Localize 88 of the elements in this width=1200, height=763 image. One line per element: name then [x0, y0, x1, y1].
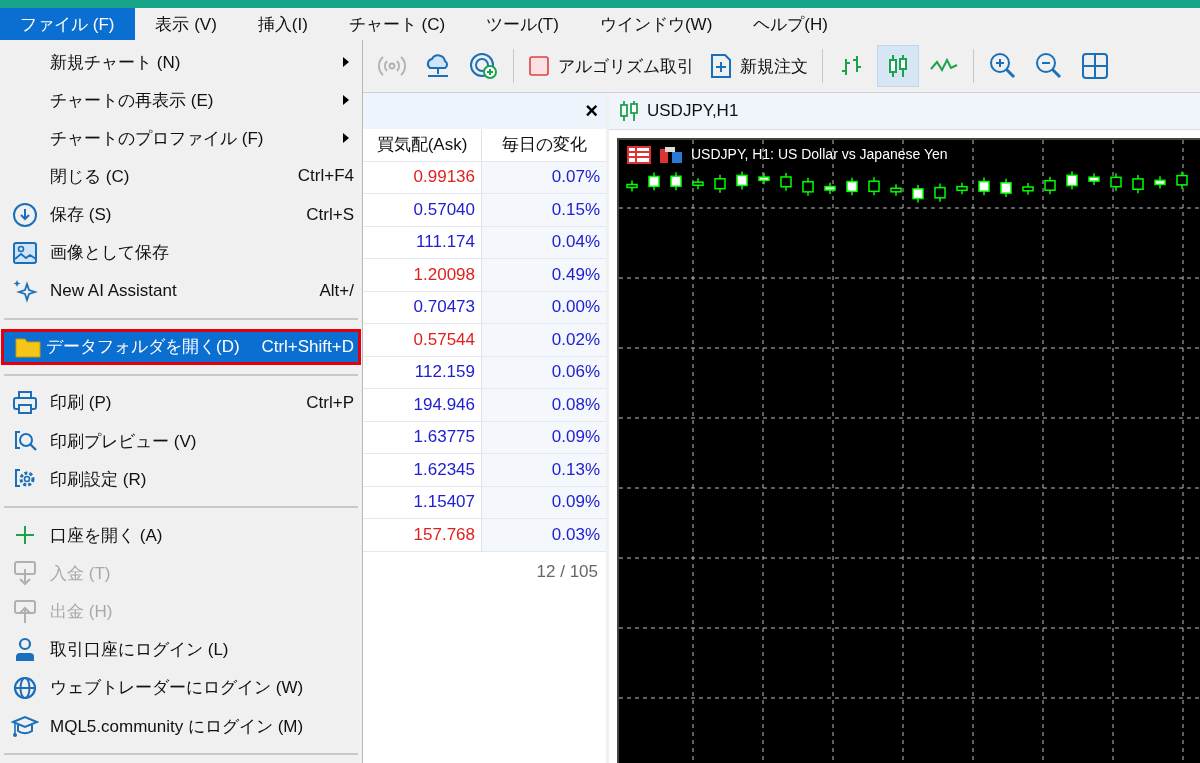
chart-tab[interactable]: USDJPY,H1 [619, 100, 739, 122]
grid-icon [1079, 51, 1111, 81]
symbol-count: 12 / 105 [536, 561, 598, 582]
image-icon [12, 239, 38, 266]
daily-change-cell: 0.08% [482, 389, 606, 422]
algo-trading-button[interactable]: アルゴリズム取引 [522, 45, 700, 87]
menu-item[interactable]: 印刷設定 (R) [0, 460, 362, 499]
menubar-item[interactable]: 表示 (V) [135, 8, 238, 40]
daily-change-cell: 0.09% [482, 486, 606, 519]
candlestick [758, 172, 770, 186]
menubar-item[interactable]: ウインドウ(W) [579, 8, 734, 40]
daily-change-cell: 0.09% [482, 421, 606, 454]
menubar-item[interactable]: ツール(T) [466, 8, 580, 40]
daily-change-cell: 0.15% [482, 194, 606, 227]
candles-button[interactable] [877, 45, 919, 87]
menubar-item[interactable]: ヘルプ(H) [733, 8, 849, 40]
submenu-arrow-icon [342, 56, 350, 68]
menu-item[interactable]: 取引口座にログイン (L) [0, 630, 362, 669]
printer-icon [12, 389, 38, 416]
menu-item[interactable]: チャートのプロファイル (F) [0, 119, 362, 158]
candlestick [780, 172, 792, 192]
menu-item[interactable]: 閉じる (C) Ctrl+F4 [0, 157, 362, 196]
square-icon [528, 55, 550, 77]
daily-change-cell: 0.00% [482, 291, 606, 324]
column-header[interactable]: 買気配(Ask) [363, 129, 482, 162]
menu-item[interactable]: 新規チャート (N) [0, 43, 362, 82]
menu-item[interactable]: 画像として保存 [0, 233, 362, 272]
candlestick [1066, 170, 1078, 191]
candlestick [692, 177, 704, 191]
close-button[interactable]: × [577, 98, 606, 124]
deposit-icon [12, 560, 38, 587]
candlestick [1132, 174, 1144, 195]
daily-change-cell: 0.07% [482, 161, 606, 194]
candlestick [648, 171, 660, 192]
menubar-item[interactable]: チャート (C) [328, 8, 467, 40]
menubar-item[interactable]: ファイル (F) [0, 8, 136, 40]
chart-title: USDJPY, H1: US Dollar vs Japanese Yen [691, 147, 948, 163]
candlestick [868, 176, 880, 197]
submenu-arrow-icon [342, 94, 350, 107]
daily-change-cell: 0.03% [482, 519, 606, 552]
daily-change-cell: 0.13% [482, 454, 606, 487]
daily-change-cell: 0.04% [482, 226, 606, 259]
new-document-icon [710, 54, 732, 78]
new-order-button[interactable]: 新規注文 [704, 45, 814, 87]
menu-item[interactable]: MQL5.community にログイン (M) [0, 706, 362, 746]
menu-item[interactable]: データフォルダを開く(D) Ctrl+Shift+D [4, 331, 358, 362]
list-icon [627, 146, 651, 164]
candlestick [1176, 170, 1188, 190]
candlestick [802, 177, 814, 197]
radar-plus-icon [468, 51, 500, 81]
candlestick [1088, 172, 1100, 186]
menu-item[interactable]: 口座を開く (A) [0, 516, 362, 555]
daily-change-cell: 0.06% [482, 356, 606, 389]
candlestick [1110, 172, 1122, 192]
candlestick [890, 183, 902, 197]
menu-item[interactable]: ウェブトレーダーにログイン (W) [0, 668, 362, 707]
candlestick [626, 179, 638, 193]
menu-item[interactable]: 保存 (S) Ctrl+S [0, 195, 362, 234]
folder-icon [15, 335, 41, 358]
candlestick [956, 181, 968, 196]
daily-change-cell: 0.49% [482, 259, 606, 292]
download-icon [12, 201, 38, 228]
chart-window-icon [659, 146, 683, 164]
menu-item[interactable]: 印刷プレビュー (V) [0, 421, 362, 461]
candlestick [1022, 182, 1034, 196]
candlestick [670, 171, 682, 191]
submenu-arrow-icon [342, 132, 350, 145]
graduation-cap-icon [11, 713, 39, 739]
daily-change-cell: 0.02% [482, 324, 606, 357]
user-icon [13, 636, 37, 663]
candlestick-icon [619, 100, 639, 122]
menu-item[interactable]: チャートの再表示 (E) [0, 81, 362, 120]
candlestick [912, 184, 924, 204]
candlestick [1154, 175, 1166, 190]
candlestick [1000, 178, 1012, 198]
candlestick [714, 174, 726, 194]
candlestick [736, 170, 748, 191]
candlestick [978, 176, 990, 196]
candlestick [824, 181, 836, 195]
globe-icon [12, 674, 38, 701]
candlestick [846, 176, 858, 197]
menu-item[interactable]: 印刷 (P) Ctrl+P [0, 383, 362, 422]
withdraw-icon [12, 598, 38, 625]
candlestick [934, 182, 946, 203]
column-header[interactable]: 毎日の変化 [482, 129, 606, 162]
menubar-item[interactable]: 挿入(I) [237, 8, 329, 40]
menu-item[interactable]: New AI Assistant Alt+/ [0, 271, 362, 310]
candlestick [1044, 176, 1056, 195]
